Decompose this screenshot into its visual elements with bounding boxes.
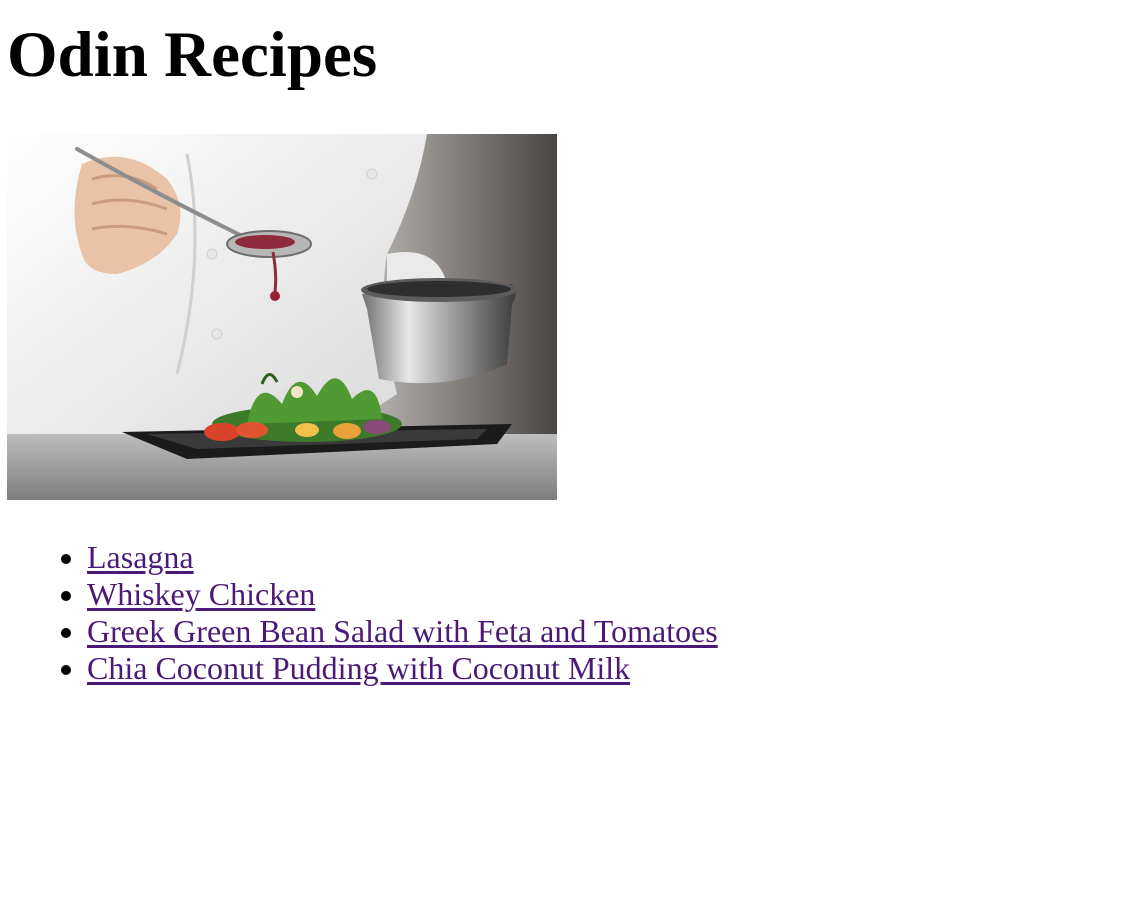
recipe-link-lasagna[interactable]: Lasagna [87,539,194,575]
list-item: Chia Coconut Pudding with Coconut Milk [87,650,1114,687]
recipe-link-chia-coconut-pudding[interactable]: Chia Coconut Pudding with Coconut Milk [87,650,630,686]
list-item: Greek Green Bean Salad with Feta and Tom… [87,613,1114,650]
recipe-link-whiskey-chicken[interactable]: Whiskey Chicken [87,576,315,612]
list-item: Whiskey Chicken [87,576,1114,613]
recipe-link-greek-green-bean-salad[interactable]: Greek Green Bean Salad with Feta and Tom… [87,613,718,649]
list-item: Lasagna [87,539,1114,576]
recipe-list: Lasagna Whiskey Chicken Greek Green Bean… [7,539,1114,687]
hero-image [7,134,557,500]
page-title: Odin Recipes [7,19,378,91]
